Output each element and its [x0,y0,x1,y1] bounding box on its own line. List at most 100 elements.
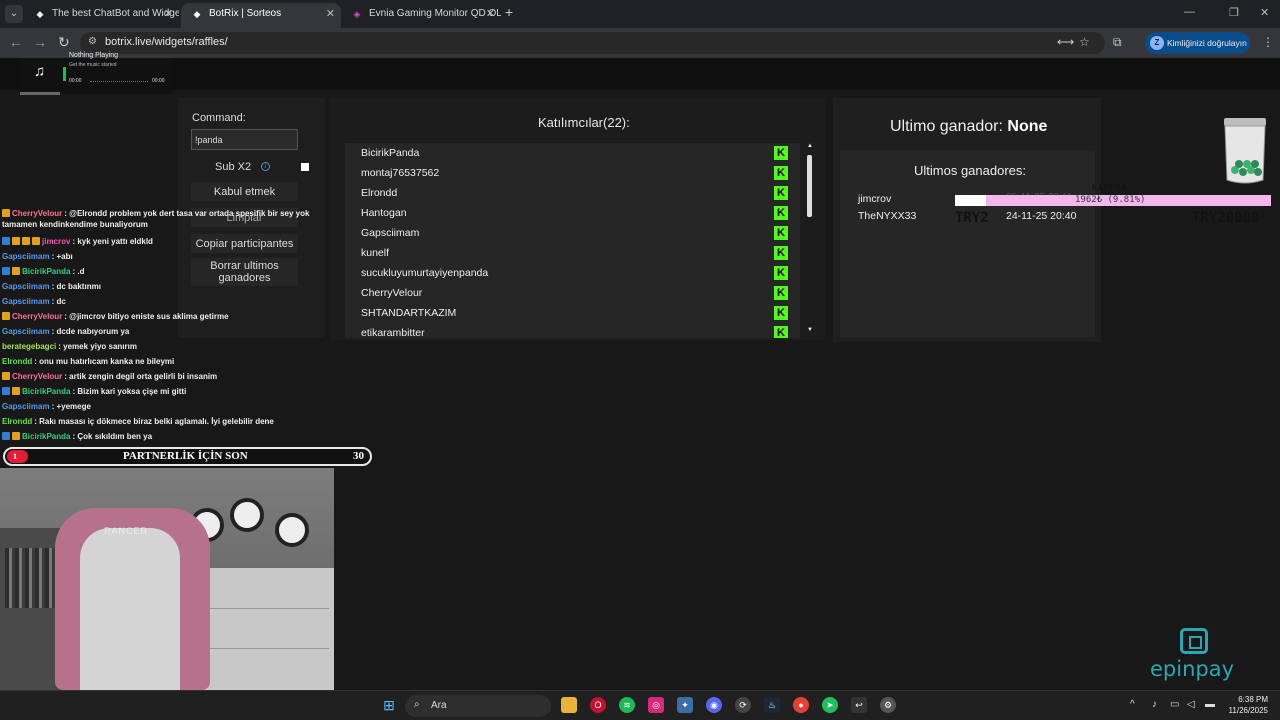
more-menu-icon[interactable]: ⋮ [1262,35,1274,49]
extensions-icon[interactable]: ⧉ [1113,35,1122,50]
new-tab-button[interactable]: + [505,4,513,20]
participant-name: Gapsciimam [361,227,420,239]
close-tab-icon[interactable]: ✕ [164,3,173,25]
tab-strip: ⌄ ◆ The best ChatBot and Widgets f ✕ ◆ B… [0,0,1280,28]
subscriber-badge-icon [2,312,10,320]
participants-scrollbar[interactable]: ▲ ▼ [805,143,815,338]
reload-icon[interactable]: ↻ [58,34,70,51]
tray-chevron-icon[interactable]: ^ [1130,699,1135,710]
chat-message: BicirikPanda: Çok sıkıldım ben ya [2,429,320,444]
bookmark-star-icon[interactable]: ☆ [1079,35,1090,49]
partnership-label: PARTNERLİK İÇİN SON [123,450,248,462]
forward-icon[interactable]: → [33,34,47,50]
opera-icon[interactable]: O [590,697,606,713]
drawer-line [205,608,329,609]
settings-icon[interactable]: ⚙ [880,697,896,713]
chair-cushion [80,528,180,690]
battery-icon[interactable]: ▬ [1205,699,1215,710]
chat-message: Elrondd: onu mu hatırlıcam kanka ne bile… [2,354,320,369]
app-icon[interactable]: ↩ [851,697,867,713]
chat-username: Elrondd [2,417,33,426]
site-info-icon[interactable]: ⚙ [88,36,98,48]
chrome-icon[interactable]: ● [793,697,809,713]
participant-row: etikarambitter K [345,323,800,338]
partnership-count: 1 [7,450,28,463]
clock[interactable]: 6:38 PM 11/26/2025 [1222,694,1268,716]
close-tab-icon[interactable]: ✕ [486,3,495,25]
restore-icon[interactable]: ❐ [1229,6,1239,19]
discord-icon[interactable]: ◉ [706,697,722,713]
clock-date: 11/26/2025 [1228,706,1268,715]
participant-name: kunelf [361,247,390,259]
address-bar[interactable]: ⚙ botrix.live/widgets/raffles/ [80,32,1105,54]
volume-icon[interactable]: ◁ [1187,699,1195,710]
verify-identity-button[interactable]: Z Kimliğinizi doğrulayın [1145,32,1250,54]
epinpay-icon [1180,628,1208,654]
kick-icon: K [774,286,788,300]
kick-icon: K [774,206,788,220]
participant-row: kunelf K [345,243,800,263]
mic-icon[interactable]: ♪ [1152,699,1157,710]
participant-name: sucukluyumurtayiyenpanda [361,267,489,279]
participant-name: Elrondd [361,187,398,199]
drawer-line [205,648,329,649]
minimize-icon[interactable]: — [1184,6,1195,18]
spotify-icon[interactable]: ≋ [619,697,635,713]
music-track [90,81,148,83]
chat-message: Gapsciimam: +yemege [2,399,320,414]
participant-name: montaj76537562 [361,167,440,179]
steam-icon[interactable]: ♨ [764,697,780,713]
music-title: Nothing Playing [69,52,119,59]
chat-message: CherryVelour: @jimcrov bitiyo eniste sus… [2,309,320,324]
panda-plush [275,513,309,547]
instagram-icon[interactable]: ◎ [648,697,664,713]
translate-icon[interactable]: ⟷ [1057,35,1074,49]
vip-badge-icon [2,237,10,245]
accept-button[interactable]: Kabul etmek [191,182,298,201]
app-icon[interactable]: ⟳ [735,697,751,713]
file-explorer-icon[interactable] [561,697,577,713]
epinpay-logo: epinpay [1150,628,1240,684]
participant-row: Hantogan K [345,203,800,223]
music-time-end: 00:00 [152,78,165,84]
tab-evnia[interactable]: ◈ Evnia Gaming Monitor QD OLE ✕ [341,3,501,28]
subscriber-badge-icon [12,432,20,440]
chat-username: Gapsciimam [2,282,50,291]
tab-chatbot[interactable]: ◆ The best ChatBot and Widgets f ✕ [24,3,179,28]
participants-list[interactable]: BicirikPanda Kmontaj76537562 K Elrondd K Hant… [345,143,800,338]
app-icon[interactable]: ✦ [677,697,693,713]
taskbar-search[interactable]: ⌕ Ara [405,695,551,717]
sub-x2-checkbox[interactable] [301,163,309,171]
search-icon: ⌕ [414,699,420,710]
goal-max-label: TRY20000 [1192,210,1260,226]
app-icon[interactable]: ➤ [822,697,838,713]
scroll-up-icon[interactable]: ▲ [807,143,813,149]
chat-text: : Rakı masası iç dökmece biraz belki agl… [34,417,274,426]
kick-icon: K [774,166,788,180]
chat-message: CherryVelour: @Elrondd problem yok dert … [2,208,320,230]
tab-botrix-sorteos[interactable]: ◆ BotRix | Sorteos ✕ [181,3,341,28]
scroll-thumb[interactable] [807,155,812,217]
scroll-down-icon[interactable]: ▼ [807,327,813,333]
info-icon[interactable]: i [261,162,270,171]
back-icon[interactable]: ← [9,34,23,50]
winner-date: 24-11-25 20:40 [1006,210,1077,222]
command-input[interactable] [191,129,298,150]
top-band [0,58,1280,90]
chat-text: : dc baktınmı [51,282,101,291]
subscriber-badge-icon [12,267,20,275]
display-icon[interactable]: ▭ [1170,699,1179,710]
chat-text: : +yemege [51,402,91,411]
close-tab-icon[interactable]: ✕ [326,3,335,25]
chat-username: Gapsciimam [2,252,50,261]
botrix-favicon-icon: ◆ [193,9,201,19]
chat-message: Gapsciimam: dcde nabıyorum ya [2,324,320,339]
music-widget: ♫ Nothing Playing Get the music started … [20,52,172,94]
tab-search-button[interactable]: ⌄ [5,5,23,23]
chat-username: Elrondd [2,357,33,366]
close-window-icon[interactable]: ✕ [1260,6,1269,19]
goal-text: 1962₺ (9.81%) [1075,195,1146,205]
windows-start-icon[interactable]: ⊞ [381,697,397,713]
kick-icon: K [774,266,788,280]
winners-box [840,150,1095,337]
